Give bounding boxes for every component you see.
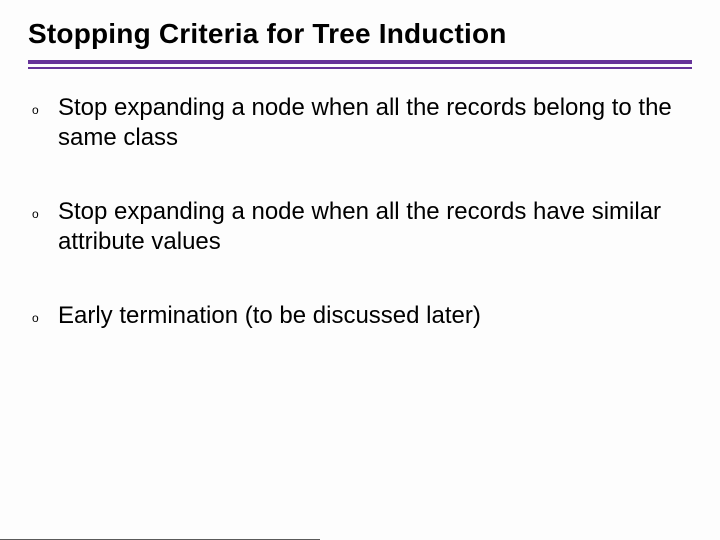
list-item: o Early termination (to be discussed lat… [32,301,692,331]
bullet-text: Stop expanding a node when all the recor… [58,93,692,153]
list-item: o Stop expanding a node when all the rec… [32,93,692,153]
list-item: o Stop expanding a node when all the rec… [32,197,692,257]
slide-title: Stopping Criteria for Tree Induction [28,18,692,50]
bullet-text: Early termination (to be discussed later… [58,301,692,331]
bullet-list: o Stop expanding a node when all the rec… [32,93,692,331]
rule-thick [28,60,692,64]
slide: Stopping Criteria for Tree Induction o S… [0,0,720,540]
bullet-text: Stop expanding a node when all the recor… [58,197,692,257]
bullet-marker-icon: o [32,93,58,118]
rule-thin [28,67,692,69]
title-underline [28,60,692,69]
bullet-marker-icon: o [32,197,58,222]
bullet-marker-icon: o [32,301,58,326]
